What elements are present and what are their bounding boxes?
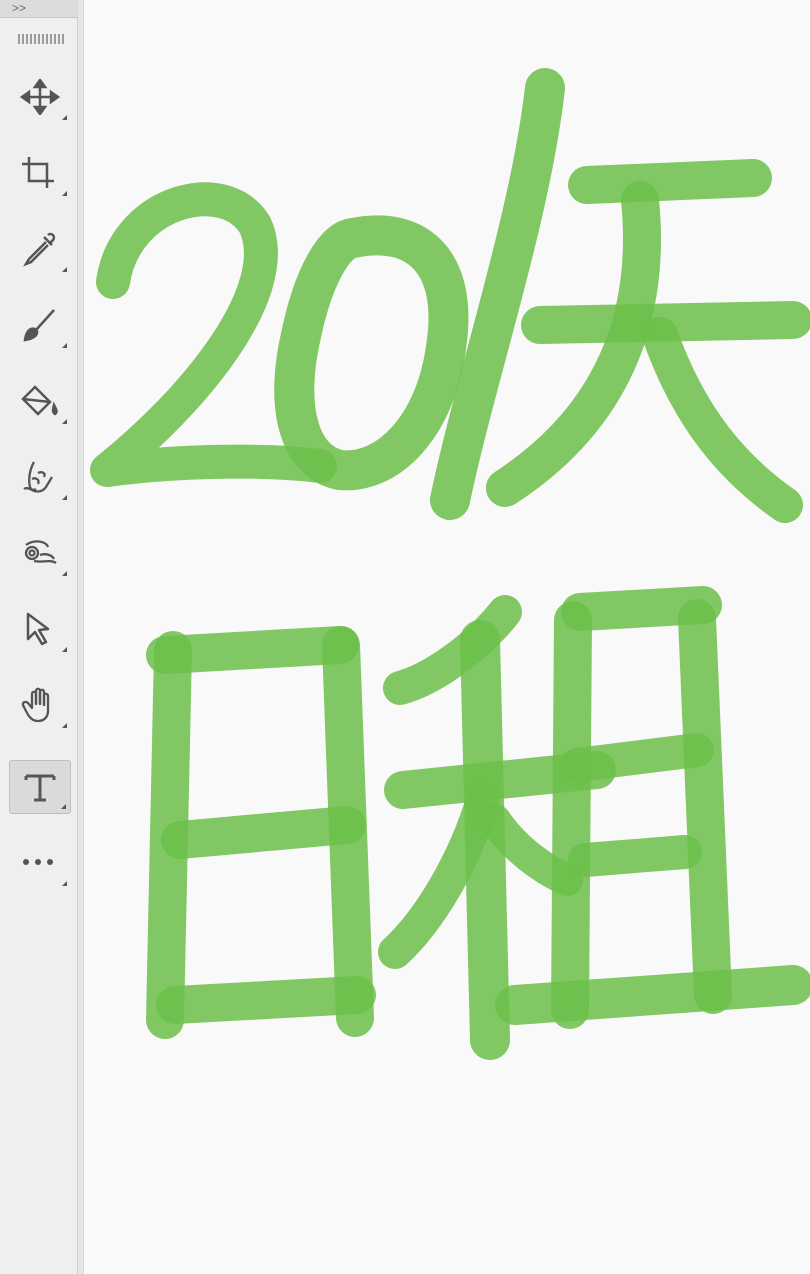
ink-stroke-ri-bottom bbox=[156, 976, 376, 1024]
move-icon bbox=[20, 79, 60, 115]
selection-tool[interactable] bbox=[9, 602, 71, 656]
brush-icon bbox=[23, 309, 55, 342]
ink-stroke-zu-qie-right bbox=[678, 599, 732, 1014]
hand-icon bbox=[21, 687, 50, 723]
paint-bucket-tool[interactable] bbox=[9, 374, 71, 428]
ink-stroke-zu-qie-mid1 bbox=[560, 733, 714, 782]
toolbar-resize-edge[interactable] bbox=[78, 0, 84, 1274]
toolbar-grip-handle[interactable] bbox=[18, 34, 64, 44]
eyedropper-icon bbox=[23, 232, 56, 267]
hand-tool[interactable] bbox=[9, 678, 71, 732]
text-tool[interactable] bbox=[9, 760, 71, 814]
move-tool[interactable] bbox=[9, 70, 71, 124]
ink-stroke-zu-qie-base bbox=[495, 965, 810, 1025]
select-arrow-icon bbox=[26, 612, 50, 646]
app-window: >> bbox=[0, 0, 810, 1274]
text-icon bbox=[24, 774, 56, 802]
toolbar: >> bbox=[0, 0, 78, 1274]
handwritten-ink-strokes bbox=[90, 68, 810, 1060]
smudge-finger-icon bbox=[23, 461, 53, 493]
ink-stroke-ri-top bbox=[146, 626, 359, 674]
smudge-tool[interactable] bbox=[9, 450, 71, 504]
paint-bucket-icon bbox=[21, 385, 58, 416]
liquify-icon bbox=[24, 540, 57, 565]
more-tools[interactable] bbox=[9, 836, 71, 890]
ink-stroke-zu-qie-mid2 bbox=[568, 835, 702, 877]
more-icon bbox=[23, 859, 53, 865]
liquify-tool[interactable] bbox=[9, 526, 71, 580]
drawing-canvas[interactable] bbox=[85, 0, 810, 1274]
ink-stroke-qing-right-sweep bbox=[642, 317, 803, 523]
ink-stroke-ri-middle bbox=[161, 806, 366, 859]
crop-icon bbox=[22, 157, 54, 188]
ink-stroke-zu-qie-left bbox=[551, 601, 592, 1029]
ink-stroke-qing-top bbox=[568, 159, 772, 204]
ink-stroke-digit-0 bbox=[274, 215, 469, 491]
brush-tool[interactable] bbox=[9, 298, 71, 352]
collapse-toolbar-button[interactable]: >> bbox=[0, 0, 78, 18]
eyedropper-tool[interactable] bbox=[9, 222, 71, 276]
crop-tool[interactable] bbox=[9, 146, 71, 200]
